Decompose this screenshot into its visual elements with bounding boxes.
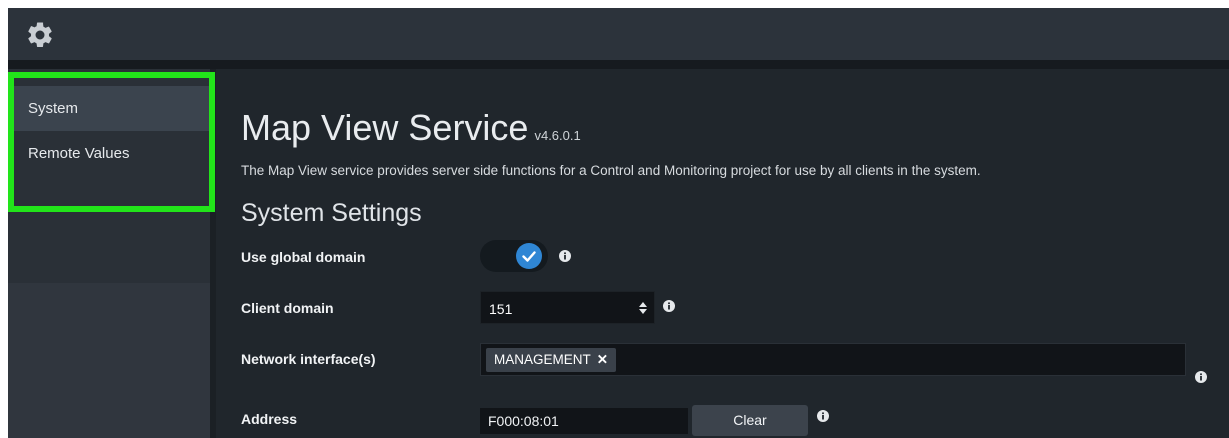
toggle-knob	[516, 243, 542, 269]
address-label: Address	[241, 411, 298, 427]
info-icon[interactable]	[1195, 371, 1207, 383]
app-window: System Remote Values Map View Service v4.…	[8, 8, 1229, 438]
top-bar	[8, 8, 1229, 60]
client-domain-value: 151	[489, 301, 513, 317]
address-field[interactable]: F000:08:01	[480, 408, 688, 434]
header-divider	[8, 60, 1229, 69]
stepper-arrows-icon[interactable]	[638, 300, 648, 316]
service-title: Map View Service	[241, 107, 529, 148]
network-interfaces-input[interactable]: MANAGEMENT ✕	[480, 343, 1186, 376]
interface-tag-label: MANAGEMENT	[494, 352, 591, 367]
page-title: Map View Service v4.6.0.1	[241, 107, 581, 149]
network-interfaces-label: Network interface(s)	[241, 351, 376, 367]
info-icon[interactable]	[559, 250, 571, 262]
info-icon[interactable]	[817, 410, 829, 422]
client-domain-input[interactable]: 151	[480, 291, 655, 324]
section-title: System Settings	[241, 199, 422, 227]
client-domain-label: Client domain	[241, 300, 334, 316]
remove-tag-icon[interactable]: ✕	[597, 352, 608, 367]
gear-icon[interactable]	[25, 20, 55, 50]
main-content: Map View Service v4.6.0.1 The Map View se…	[216, 69, 1229, 438]
clear-button[interactable]: Clear	[692, 405, 808, 436]
sidebar-lower-panel	[8, 283, 210, 438]
highlight-box	[8, 72, 215, 212]
use-global-domain-label: Use global domain	[241, 249, 366, 265]
service-description: The Map View service provides server sid…	[241, 163, 981, 178]
check-icon	[522, 251, 536, 262]
info-icon[interactable]	[663, 300, 675, 312]
version-label: v4.6.0.1	[534, 128, 581, 143]
use-global-domain-toggle[interactable]	[480, 240, 548, 272]
interface-tag: MANAGEMENT ✕	[486, 348, 617, 372]
